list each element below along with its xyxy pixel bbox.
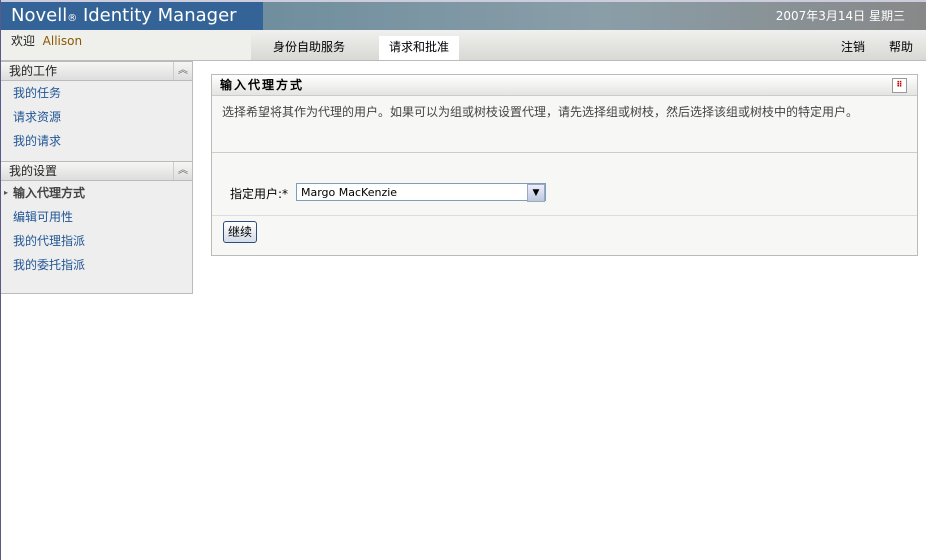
sidebar-item-my-tasks[interactable]: 我的任务 [1, 81, 192, 105]
proxy-mode-panel: 输入代理方式 ⠿ 选择希望将其作为代理的用户。如果可以为组或树枝设置代理，请先选择… [211, 74, 918, 256]
user-select-value: Margo MacKenzie [301, 186, 398, 199]
user-field-label: 指定用户:* [230, 187, 289, 201]
help-link[interactable]: 帮助 [879, 36, 923, 60]
logout-link[interactable]: 注销 [831, 36, 875, 60]
nav-bar: 欢迎 Allison 身份自助服务 请求和批准 注销 帮助 [1, 30, 926, 61]
sidebar-item-my-requests[interactable]: 我的请求 [1, 129, 192, 153]
user-name: Allison [42, 34, 83, 48]
logo-product: Identity Manager [77, 5, 237, 26]
section-my-work: 我的工作 ︽ [1, 61, 192, 81]
collapse-icon[interactable]: ︽ [173, 62, 192, 80]
section-my-settings: 我的设置 ︽ [1, 161, 192, 181]
sidebar-item-proxy-assignments[interactable]: 我的代理指派 [1, 229, 192, 253]
section-title: 我的设置 [9, 164, 58, 178]
welcome-text: 欢迎 Allison [11, 32, 82, 49]
tab-self-service[interactable]: 身份自助服务 [263, 36, 355, 60]
panel-menu-icon[interactable]: ⠿ [892, 78, 907, 93]
section-title: 我的工作 [9, 64, 58, 78]
panel-header: 输入代理方式 ⠿ [212, 75, 917, 96]
logo-reg: ® [67, 13, 78, 24]
panel-title: 输入代理方式 [220, 78, 305, 92]
sidebar-item-delegate-assignments[interactable]: 我的委托指派 [1, 253, 192, 277]
continue-button[interactable]: 继续 [223, 221, 258, 243]
sidebar-item-proxy-mode[interactable]: 输入代理方式 [1, 181, 192, 205]
sidebar-item-edit-availability[interactable]: 编辑可用性 [1, 205, 192, 229]
tab-requests-approvals[interactable]: 请求和批准 [379, 36, 460, 60]
panel-description: 选择希望将其作为代理的用户。如果可以为组或树枝设置代理，请先选择组或树枝，然后选… [212, 96, 917, 153]
sidebar-item-request-resource[interactable]: 请求资源 [1, 105, 192, 129]
welcome-label: 欢迎 [11, 34, 36, 48]
header-bar: Novell® Identity Manager 2007年3月14日 星期三 [1, 0, 926, 30]
chevron-down-icon[interactable]: ▼ [527, 184, 545, 202]
app-logo: Novell® Identity Manager [11, 5, 237, 26]
date-display: 2007年3月14日 星期三 [775, 9, 905, 23]
user-field-row: 指定用户:* Margo MacKenzie ▼ [212, 153, 917, 216]
user-select[interactable]: Margo MacKenzie ▼ [296, 183, 546, 202]
collapse-icon[interactable]: ︽ [173, 162, 192, 180]
sidebar: 我的工作︽ 我的任务 请求资源 我的请求 我的设置︽ 输入代理方式 编辑可用性 … [1, 61, 193, 294]
logo-text: Novell [11, 5, 68, 26]
